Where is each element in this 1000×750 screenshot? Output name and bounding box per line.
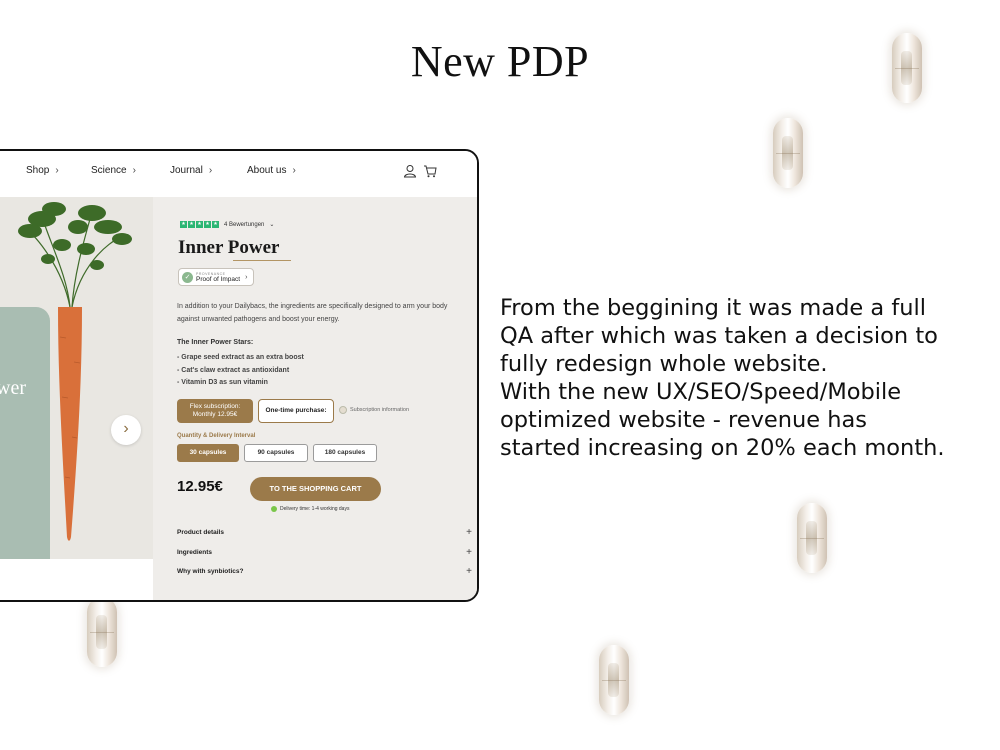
chevron-right-icon: › <box>208 165 213 176</box>
star-icon: ★ <box>212 221 219 228</box>
star-icon: ★ <box>180 221 187 228</box>
capsules-90-option[interactable]: 90 capsules <box>244 444 308 462</box>
status-dot-icon <box>271 506 277 512</box>
capsule-decoration <box>892 33 922 103</box>
rating-stars: ★ ★ ★ ★ ★ <box>180 221 219 228</box>
carrot-image <box>18 202 132 541</box>
info-icon <box>339 406 347 414</box>
star-icon: ★ <box>204 221 211 228</box>
cart-icon[interactable] <box>423 164 437 178</box>
title-underline <box>233 260 291 261</box>
accordion-ingredients[interactable]: Ingredients + <box>177 547 472 558</box>
list-item: - Vitamin D3 as sun vitamin <box>177 379 268 386</box>
product-intro: In addition to your Dailybacs, the ingre… <box>177 303 448 323</box>
star-icon: ★ <box>188 221 195 228</box>
nav-item-shop[interactable]: Shop › <box>26 165 59 176</box>
proof-label: Proof of Impact <box>196 275 241 283</box>
description-line: QA after which was taken a decision to <box>500 323 938 349</box>
rating-row[interactable]: ★ ★ ★ ★ ★ 4 Bewertungen ⌄ <box>180 221 274 228</box>
chevron-down-icon: ⌄ <box>269 222 275 228</box>
capsule-decoration <box>599 645 629 715</box>
slide-title: New PDP <box>410 37 590 86</box>
chevron-right-icon: › <box>55 165 59 176</box>
list-item: - Grape seed extract as an extra boost <box>177 354 304 361</box>
product-details-panel: ★ ★ ★ ★ ★ 4 Bewertungen ⌄ Inner Power ✓ … <box>153 197 477 600</box>
plus-icon: + <box>466 527 472 538</box>
description-line: From the beggining it was made a full <box>500 295 927 321</box>
capsules-30-option[interactable]: 30 capsules <box>177 444 239 462</box>
ingredient-stars-list: - Grape seed extract as an extra boost -… <box>177 352 304 390</box>
user-icon[interactable] <box>403 164 417 178</box>
capsules-180-option[interactable]: 180 capsules <box>313 444 377 462</box>
description-line: fully redesign whole website. <box>500 351 828 377</box>
top-navigation: Shop › Science › Journal › About us › <box>0 151 477 197</box>
browser-mockup: Shop› Science› Journal› About us› wer <box>0 149 479 602</box>
product-title: Inner Power <box>178 237 280 258</box>
plus-icon: + <box>466 547 472 558</box>
gallery-next-button[interactable]: › <box>111 415 141 445</box>
accordion-why-synbiotics[interactable]: Why with synbiotics? + <box>177 566 472 577</box>
capsule-decoration <box>773 118 803 188</box>
list-item: - Cat's claw extract as antioxidant <box>177 366 290 374</box>
plus-icon: + <box>466 566 472 577</box>
capsule-decoration <box>87 597 117 667</box>
nav-item-journal[interactable]: Journal › <box>170 165 212 176</box>
description-line: started increasing on 20% each month. <box>500 435 945 461</box>
reviews-count: 4 Bewertungen <box>224 221 265 228</box>
product-gallery: wer <box>0 197 153 559</box>
nav-item-science[interactable]: Science › <box>91 165 136 176</box>
chevron-right-icon: › <box>292 165 296 176</box>
one-time-purchase-button[interactable]: One-time purchase: <box>258 399 334 423</box>
nav-item-about-us[interactable]: About us › <box>247 165 296 176</box>
flex-subscription-button[interactable]: Flex subscription: Monthly 12.95€ <box>177 399 253 423</box>
accordion-product-details[interactable]: Product details + <box>177 527 472 538</box>
capsule-decoration <box>797 503 827 573</box>
check-icon: ✓ <box>182 271 193 283</box>
stars-heading: The Inner Power Stars: <box>177 339 254 346</box>
chevron-right-icon: › <box>245 273 248 281</box>
add-to-cart-button[interactable]: TO THE SHOPPING CART <box>250 477 381 501</box>
chevron-right-icon: › <box>132 165 136 176</box>
interval-label: Quantity & Delivery Interval <box>177 433 256 439</box>
delivery-info: Delivery time: 1-4 working days <box>271 506 349 512</box>
description-line: With the new UX/SEO/Speed/Mobile <box>500 379 902 405</box>
subscription-info-link[interactable]: Subscription information <box>339 406 409 414</box>
description-text: From the beggining it was made a full QA… <box>500 294 990 462</box>
product-price: 12.95€ <box>177 478 223 495</box>
proof-of-impact-badge[interactable]: ✓ PROVENANCE Proof of Impact › <box>178 268 254 286</box>
description-line: optimized website - revenue has <box>500 407 868 433</box>
star-icon: ★ <box>196 221 203 228</box>
